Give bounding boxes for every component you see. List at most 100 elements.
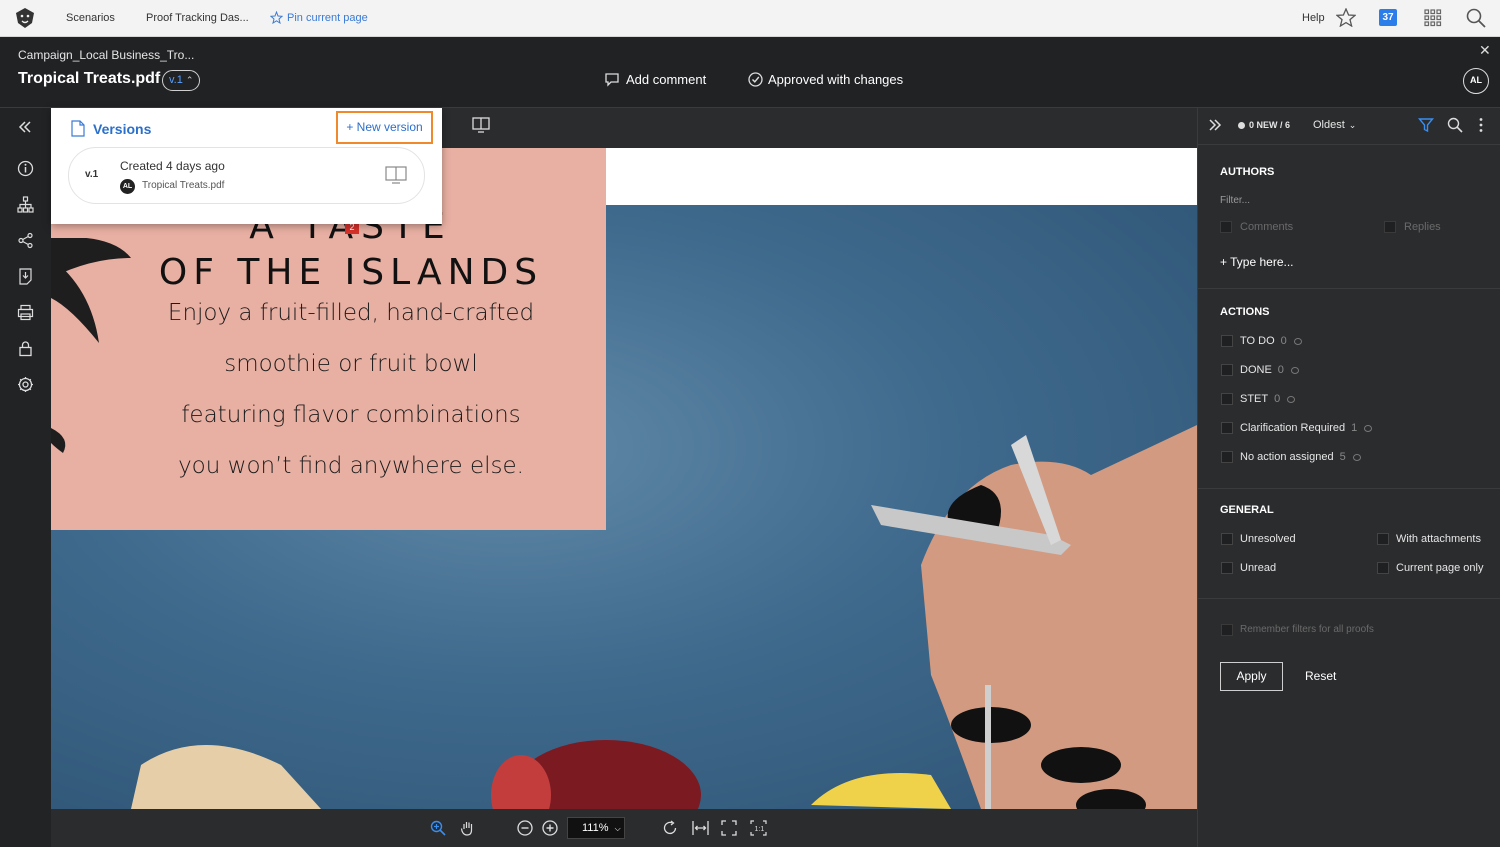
action-no-action: No action assigned 5 bbox=[1240, 451, 1361, 463]
zoom-out-icon[interactable] bbox=[516, 819, 534, 837]
versions-popover: Versions + New version v.1 Created 4 day… bbox=[51, 108, 442, 224]
author-avatar: AL bbox=[120, 179, 135, 194]
reset-button[interactable]: Reset bbox=[1305, 669, 1336, 683]
approved-status-button[interactable]: Approved with changes bbox=[748, 72, 903, 87]
top-navigation: Scenarios Proof Tracking Das... Pin curr… bbox=[0, 0, 1500, 37]
more-options-icon[interactable] bbox=[1478, 117, 1484, 136]
no-action-checkbox[interactable] bbox=[1221, 451, 1233, 463]
comment-bubble-icon bbox=[1352, 453, 1361, 461]
comments-checkbox[interactable] bbox=[1220, 221, 1232, 233]
with-attachments-checkbox[interactable] bbox=[1377, 533, 1389, 545]
version-created: Created 4 days ago bbox=[120, 159, 225, 173]
workflow-icon[interactable] bbox=[16, 195, 34, 213]
help-link[interactable]: Help bbox=[1302, 12, 1325, 24]
zoom-in-icon[interactable] bbox=[541, 819, 559, 837]
lock-icon[interactable] bbox=[16, 339, 34, 357]
authors-heading: AUTHORS bbox=[1220, 166, 1275, 178]
breadcrumb[interactable]: Campaign_Local Business_Tro... bbox=[18, 48, 194, 62]
fullscreen-icon[interactable] bbox=[720, 819, 738, 837]
status-dot bbox=[1238, 121, 1245, 129]
collapse-left-icon[interactable] bbox=[16, 118, 34, 136]
clarification-checkbox[interactable] bbox=[1221, 422, 1233, 434]
versions-header: Versions bbox=[71, 120, 151, 137]
panel-search-icon[interactable] bbox=[1447, 117, 1463, 136]
new-comments-count: 0 NEW / 6 bbox=[1238, 120, 1290, 130]
comments-filter-panel: 0 NEW / 6 Oldest ⌄ AUTHORS Filter... Com… bbox=[1197, 108, 1500, 847]
remember-filters-checkbox[interactable] bbox=[1221, 624, 1233, 636]
comment-bubble-icon bbox=[1364, 424, 1373, 432]
type-here-input[interactable]: + Type here... bbox=[1220, 255, 1294, 269]
close-icon[interactable]: ✕ bbox=[1479, 42, 1491, 59]
svg-text:1:1: 1:1 bbox=[754, 826, 764, 833]
version-label: v.1 bbox=[169, 74, 183, 86]
filter-icon[interactable] bbox=[1418, 117, 1434, 136]
bottom-toolbar: 111% ⌵ 1:1 bbox=[51, 809, 1197, 847]
check-circle-icon bbox=[748, 72, 763, 87]
info-icon[interactable] bbox=[16, 159, 34, 177]
collapse-right-icon[interactable] bbox=[1208, 118, 1222, 135]
print-icon[interactable] bbox=[16, 303, 34, 321]
replies-checkbox[interactable] bbox=[1384, 221, 1396, 233]
nav-scenarios[interactable]: Scenarios bbox=[66, 12, 115, 24]
comments-label: Comments bbox=[1240, 221, 1294, 233]
add-comment-button[interactable]: Add comment bbox=[604, 72, 706, 87]
body-line-1: Enjoy a fruit-filled, hand-crafted bbox=[167, 300, 535, 326]
unread-checkbox[interactable] bbox=[1221, 562, 1233, 574]
pin-icon bbox=[270, 11, 283, 24]
zoom-value: 111% bbox=[582, 822, 609, 834]
hand-tool-icon[interactable] bbox=[459, 819, 477, 837]
done-checkbox[interactable] bbox=[1221, 364, 1233, 376]
comment-bubble-icon bbox=[1293, 337, 1302, 345]
body-line-2: smoothie or fruit bowl bbox=[224, 351, 478, 377]
compare-icon[interactable] bbox=[385, 166, 407, 189]
compare-view-icon[interactable] bbox=[472, 117, 490, 138]
version-filename: Tropical Treats.pdf bbox=[142, 180, 225, 191]
document-icon bbox=[71, 120, 85, 137]
pin-current-page-button[interactable]: Pin current page bbox=[270, 11, 368, 24]
with-attachments-label: With attachments bbox=[1396, 533, 1481, 545]
star-icon[interactable] bbox=[1335, 7, 1357, 30]
comment-bubble-icon bbox=[1290, 366, 1299, 374]
user-avatar[interactable]: AL bbox=[1463, 68, 1489, 94]
apps-grid-icon[interactable] bbox=[1424, 9, 1442, 30]
sort-dropdown[interactable]: Oldest ⌄ bbox=[1313, 119, 1356, 131]
document-canvas[interactable]: A TASTE 2 OF THE ISLANDS Enjoy a fruit-f… bbox=[51, 148, 1197, 809]
unresolved-checkbox[interactable] bbox=[1221, 533, 1233, 545]
new-count-label: 0 NEW / 6 bbox=[1249, 120, 1291, 130]
divider bbox=[1198, 598, 1500, 599]
stet-checkbox[interactable] bbox=[1221, 393, 1233, 405]
pin-label: Pin current page bbox=[287, 11, 368, 24]
version-number: v.1 bbox=[85, 169, 99, 180]
action-clarification: Clarification Required 1 bbox=[1240, 422, 1373, 434]
lion-logo-icon[interactable] bbox=[14, 7, 36, 29]
version-card[interactable]: v.1 Created 4 days ago AL Tropical Treat… bbox=[68, 147, 425, 204]
apply-button[interactable]: Apply bbox=[1220, 662, 1283, 691]
chevron-up-icon: ⌃ bbox=[185, 75, 194, 85]
general-heading: GENERAL bbox=[1220, 504, 1274, 516]
actual-size-icon[interactable]: 1:1 bbox=[749, 819, 767, 837]
settings-gear-icon[interactable] bbox=[16, 375, 34, 393]
todo-checkbox[interactable] bbox=[1221, 335, 1233, 347]
zoom-tool-icon[interactable] bbox=[429, 819, 447, 837]
search-icon[interactable] bbox=[1466, 8, 1486, 31]
version-selector[interactable]: v.1 ⌃ bbox=[162, 70, 201, 91]
panel-toolbar: 0 NEW / 6 Oldest ⌄ bbox=[1198, 108, 1500, 145]
download-icon[interactable] bbox=[16, 267, 34, 285]
share-icon[interactable] bbox=[16, 231, 34, 249]
headline-line-2: OF THE ISLANDS bbox=[158, 252, 544, 293]
comment-icon bbox=[605, 73, 619, 87]
nav-proof-tracking[interactable]: Proof Tracking Das... bbox=[146, 12, 249, 24]
action-done: DONE 0 bbox=[1240, 364, 1299, 376]
add-comment-label: Add comment bbox=[626, 72, 707, 87]
rotate-icon[interactable] bbox=[661, 819, 679, 837]
fit-width-icon[interactable] bbox=[691, 819, 709, 837]
body-line-4: you won’t find anywhere else. bbox=[178, 453, 524, 479]
zoom-level-select[interactable]: 111% ⌵ bbox=[567, 817, 625, 839]
current-page-checkbox[interactable] bbox=[1377, 562, 1389, 574]
authors-filter-input[interactable]: Filter... bbox=[1220, 195, 1250, 206]
new-version-button[interactable]: + New version bbox=[336, 111, 433, 144]
actions-heading: ACTIONS bbox=[1220, 306, 1270, 318]
notification-badge[interactable]: 37 bbox=[1379, 9, 1397, 26]
versions-title: Versions bbox=[93, 120, 152, 137]
left-toolbar bbox=[0, 108, 51, 847]
